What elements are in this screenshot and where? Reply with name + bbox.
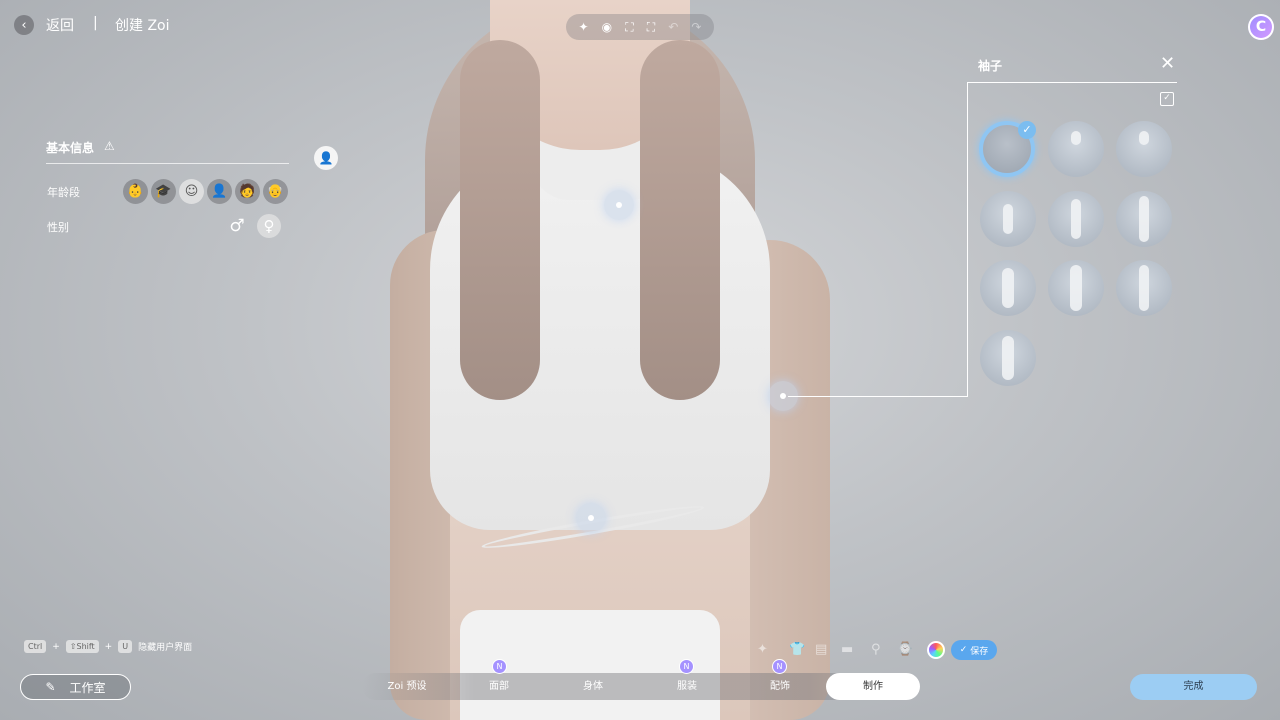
plus-sign: + — [104, 641, 113, 652]
tab-body[interactable]: 身体 — [546, 673, 640, 700]
age-label: 年龄段 — [47, 186, 80, 199]
main-tab-bar: Zoi 预设 面部 身体 服装 配饰 制作 — [362, 673, 920, 700]
age-elder-icon[interactable]: 👴 — [263, 179, 288, 204]
age-young-adult-icon[interactable]: ☺ — [179, 179, 204, 204]
save-label: 保存 — [970, 646, 989, 657]
age-middle-icon[interactable]: 🧑 — [235, 179, 260, 204]
age-group-selector: 👶 🎓 ☺ 👤 🧑 👴 — [123, 179, 288, 204]
new-badge: N — [680, 660, 693, 673]
tab-zoi-preset[interactable]: Zoi 预设 — [362, 673, 452, 700]
shortcut-label: 隐藏用户界面 — [138, 643, 193, 653]
character-model[interactable] — [380, 0, 850, 720]
character-hair-left — [460, 40, 540, 400]
camera-icon[interactable]: ◉ — [602, 20, 612, 34]
sleeve-option[interactable] — [1116, 121, 1172, 177]
frame-icon[interactable]: ⛶ — [625, 20, 633, 35]
key-shift: ⇧Shift — [65, 640, 99, 653]
age-baby-icon[interactable]: 👶 — [123, 179, 148, 204]
sleeve-option[interactable] — [980, 191, 1036, 247]
sparkle-icon[interactable]: ✦ — [579, 20, 589, 34]
age-student-icon[interactable]: 🎓 — [151, 179, 176, 204]
account-avatar[interactable]: C — [1248, 14, 1274, 40]
key-u: U — [118, 640, 133, 653]
shoes-icon[interactable]: ▬ — [841, 642, 853, 657]
watch-icon[interactable]: ⌚ — [897, 642, 913, 657]
check-icon: ✓ — [959, 645, 968, 655]
bottom-clothing-icon[interactable]: ▤ — [815, 642, 827, 657]
sleeve-option[interactable] — [1048, 260, 1104, 316]
warning-icon[interactable]: ⚠ — [104, 139, 115, 153]
face-scan-icon[interactable]: ⛶ — [647, 20, 655, 35]
basic-info-divider — [46, 163, 289, 164]
undo-icon[interactable]: ↶ — [668, 20, 678, 34]
header-separator: | — [93, 15, 98, 31]
outfit-quickbar: ✦ 👕 ▤ ▬ ⚲ ⌚ ✓ 保存 — [747, 637, 1002, 664]
sleeves-panel-title: 袖子 — [978, 59, 1003, 73]
sleeve-option[interactable] — [1048, 121, 1104, 177]
tab-face[interactable]: 面部 — [452, 673, 546, 700]
key-ctrl: Ctrl — [24, 640, 47, 653]
character-hair-right — [640, 40, 720, 400]
back-label[interactable]: 返回 — [46, 15, 74, 35]
check-icon: ✓ — [1018, 121, 1036, 139]
connector-line-vertical — [967, 82, 968, 397]
new-badge: N — [773, 660, 786, 673]
hide-ui-shortcut-hint: Ctrl + ⇧Shift + U 隐藏用户界面 — [24, 640, 192, 653]
top-clothing-icon[interactable]: 👕 — [789, 642, 805, 657]
hotspot-waist[interactable] — [576, 503, 606, 533]
male-icon[interactable]: ♂ — [226, 214, 248, 238]
age-adult-icon[interactable]: 👤 — [207, 179, 232, 204]
done-button[interactable]: 完成 — [1130, 674, 1257, 700]
sleeve-option[interactable] — [980, 330, 1036, 386]
workshop-label: 工作室 — [69, 680, 106, 695]
workshop-button[interactable]: ✎ 工作室 — [20, 674, 131, 700]
sleeves-panel-divider — [967, 82, 1177, 83]
user-edit-icon[interactable]: 👤 — [314, 146, 338, 170]
sleeve-option[interactable] — [1048, 191, 1104, 247]
sleeve-option[interactable] — [1116, 260, 1172, 316]
chevron-left-icon: ‹ — [21, 17, 27, 33]
page-title: 创建 Zoi — [115, 18, 170, 34]
close-icon[interactable]: ✕ — [1160, 53, 1175, 74]
hotspot-neck[interactable] — [604, 190, 634, 220]
sleeve-option[interactable] — [1116, 191, 1172, 247]
necklace-icon[interactable]: ⚲ — [871, 642, 881, 657]
plus-sign: + — [52, 641, 60, 652]
color-wheel-icon[interactable] — [927, 641, 945, 659]
basic-info-title: 基本信息 — [46, 141, 95, 155]
tab-create[interactable]: 制作 — [826, 673, 920, 700]
tab-clothing[interactable]: 服装 — [640, 673, 734, 700]
gender-label: 性别 — [47, 221, 69, 234]
sparkle-icon[interactable]: ✦ — [757, 642, 768, 657]
sleeve-option[interactable] — [980, 260, 1036, 316]
camera-toolbar: ✦ ◉ ⛶ ⛶ ↶ ↷ — [566, 14, 714, 40]
back-button[interactable]: ‹ — [14, 15, 34, 35]
save-outfit-icon[interactable]: ✓ — [1160, 92, 1174, 106]
redo-icon[interactable]: ↷ — [691, 20, 701, 34]
female-icon[interactable]: ♀ — [257, 214, 281, 238]
tab-accessories[interactable]: 配饰 — [734, 673, 826, 700]
save-button[interactable]: ✓ 保存 — [951, 640, 997, 660]
connector-line — [788, 396, 967, 397]
new-badge: N — [493, 660, 506, 673]
brush-icon: ✎ — [45, 680, 56, 694]
